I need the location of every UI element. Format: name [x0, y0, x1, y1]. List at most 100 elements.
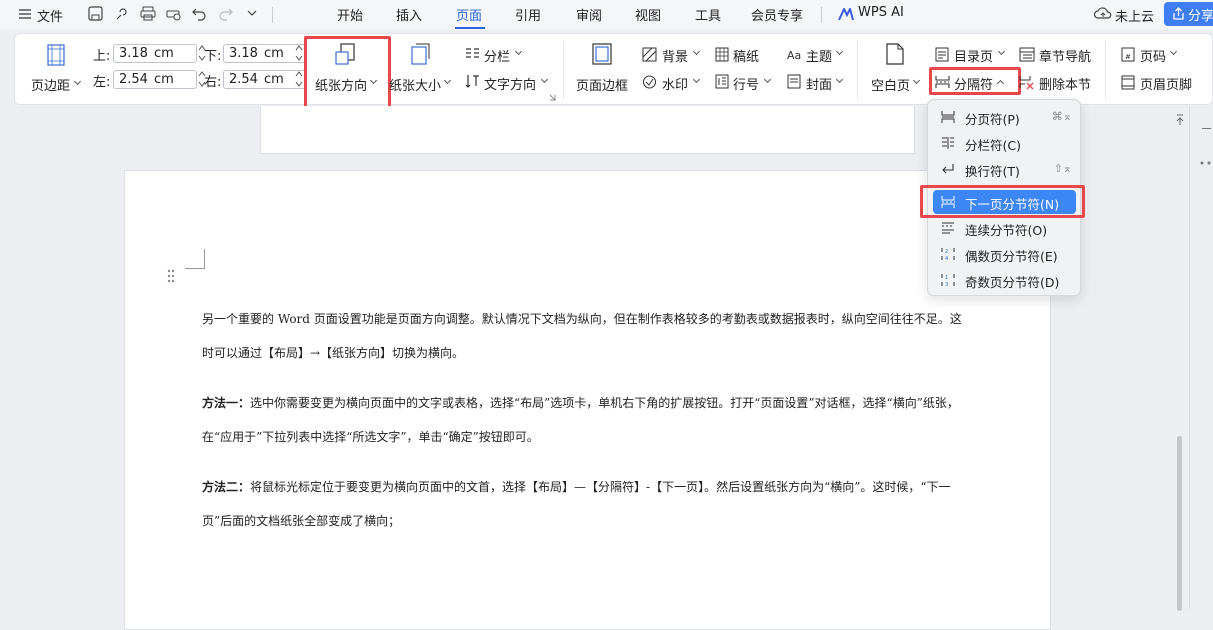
save-icon[interactable] [88, 6, 103, 21]
chevron-down-icon [443, 76, 452, 85]
background-icon[interactable] [642, 47, 657, 62]
tab-references[interactable]: 引用 [515, 5, 541, 24]
line-number-icon[interactable] [715, 74, 729, 89]
menu-item-line-break[interactable]: 换行符(T) ⇧⌅ [933, 157, 1076, 181]
chevron-down-icon [692, 75, 701, 84]
tab-tools[interactable]: 工具 [695, 5, 721, 24]
collapse-panel-icon[interactable] [1202, 128, 1211, 129]
cloud-status[interactable]: 未上云 [1115, 6, 1154, 25]
chevron-down-icon [835, 75, 844, 84]
print-icon[interactable] [140, 6, 156, 21]
text-direction-icon[interactable] [465, 74, 480, 89]
chevron-down-icon [835, 47, 844, 56]
svg-text:4: 4 [945, 256, 948, 261]
chevron-down-icon [540, 75, 549, 84]
paragraph-2-body: 选中你需要变更为横向页面中的文字或表格，选择“布局”选项卡，单机右下角的扩展按钮… [202, 396, 959, 444]
hamburger-menu-icon[interactable] [19, 8, 31, 20]
menu-item-odd-page-section-break[interactable]: 13 奇数页分节符(D) [933, 268, 1076, 292]
cloud-icon[interactable] [1094, 6, 1112, 20]
tab-member[interactable]: 会员专享 [751, 5, 803, 24]
chapter-nav-icon[interactable] [1019, 47, 1035, 62]
drag-handle-icon[interactable] [167, 269, 175, 283]
chevron-down-icon [1169, 47, 1178, 56]
theme-button[interactable]: 主题 [806, 46, 832, 65]
scroll-top-icon[interactable] [1176, 114, 1184, 126]
margin-right-label: 右: [204, 75, 222, 90]
header-footer-button[interactable]: 页眉页脚 [1140, 74, 1192, 93]
toc-page-icon[interactable] [935, 47, 949, 62]
delete-section-button[interactable]: 删除本节 [1039, 74, 1091, 93]
background-button[interactable]: 背景 [662, 46, 688, 65]
margin-left-input[interactable]: 2.54 cm [113, 70, 197, 89]
tab-view[interactable]: 视图 [635, 5, 661, 24]
manuscript-icon[interactable] [715, 47, 729, 62]
margin-top-input[interactable]: 3.18 cm [113, 44, 197, 63]
chevron-down-icon [73, 77, 82, 86]
continuous-break-icon [942, 222, 954, 234]
line-break-icon [942, 164, 954, 174]
menu-item-column-break[interactable]: 分栏符(C) [933, 131, 1076, 155]
paragraph-1[interactable]: 另一个重要的 Word 页面设置功能是页面方向调整。默认情况下文档为纵向，但在制… [202, 302, 972, 370]
blank-page-button[interactable]: 空白页 [871, 75, 910, 94]
tab-home[interactable]: 开始 [337, 5, 363, 24]
tab-page[interactable]: 页面 [456, 5, 482, 24]
margin-bottom-label: 下: [204, 49, 222, 64]
wps-ai-button[interactable]: WPS AI [858, 5, 904, 20]
page-margins-button[interactable]: 页边距 [31, 75, 70, 94]
page-margins-icon[interactable] [47, 44, 65, 66]
chevron-down-icon [763, 75, 772, 84]
blank-page-icon[interactable] [886, 43, 904, 65]
expand-settings-icon[interactable] [549, 94, 556, 101]
page-number-button[interactable]: 页码 [1140, 46, 1166, 65]
page-number-icon[interactable]: # [1121, 47, 1135, 62]
redo-icon[interactable] [218, 6, 233, 21]
stepper-icon[interactable] [294, 44, 304, 62]
manuscript-button[interactable]: 稿纸 [733, 46, 759, 65]
delete-section-icon[interactable] [1019, 75, 1035, 90]
menu-item-page-break[interactable]: 分页符(P) ⌘⌅ [933, 105, 1076, 129]
tab-insert[interactable]: 插入 [396, 5, 422, 24]
print-preview-icon[interactable] [166, 6, 182, 21]
watermark-button[interactable]: 水印 [662, 74, 688, 93]
more-chevron-icon[interactable] [246, 8, 258, 18]
columns-icon[interactable] [465, 47, 480, 61]
svg-text:Aa: Aa [787, 49, 801, 62]
paper-size-button[interactable]: 纸张大小 [389, 75, 441, 94]
cover-button[interactable]: 封面 [806, 74, 832, 93]
svg-text:#: # [1125, 53, 1131, 61]
wps-ai-icon[interactable] [838, 8, 854, 21]
orientation-highlight [304, 36, 391, 114]
paragraph-3[interactable]: 方法二：将鼠标光标定位于要变更为横向页面中的文首，选择【布局】—【分隔符】-【下… [202, 470, 972, 538]
undo-icon[interactable] [192, 6, 207, 21]
text-direction-button[interactable]: 文字方向 [484, 74, 536, 93]
page-break-icon [941, 111, 955, 123]
header-footer-icon[interactable] [1121, 75, 1135, 90]
menu-item-even-page-section-break[interactable]: 24 偶数页分节符(E) [933, 242, 1076, 266]
brush-icon[interactable] [114, 6, 129, 21]
divider [821, 7, 822, 23]
toc-page-button[interactable]: 目录页 [954, 46, 993, 65]
line-number-button[interactable]: 行号 [733, 74, 759, 93]
vertical-scrollbar[interactable] [1177, 436, 1182, 611]
page-ribbon: 页边距 上: 3.18 cm 下: 3.18 cm 左: 2.54 cm 右: 2.5… [14, 33, 1213, 114]
menu-item-continuous-section-break[interactable]: 连续分节符(O) [933, 216, 1076, 240]
stepper-icon[interactable] [294, 70, 304, 88]
share-button[interactable]: 分享 [1164, 2, 1213, 26]
margin-left-label: 左: [93, 75, 111, 90]
page-border-button[interactable]: 页面边框 [576, 75, 628, 94]
paragraph-2[interactable]: 方法一：选中你需要变更为横向页面中的文字或表格，选择“布局”选项卡，单机右下角的… [202, 386, 972, 454]
tab-review[interactable]: 审阅 [576, 5, 602, 24]
watermark-icon[interactable] [642, 74, 657, 89]
columns-button[interactable]: 分栏 [484, 46, 510, 65]
more-options-icon[interactable] [1200, 160, 1212, 166]
cover-icon[interactable] [787, 74, 801, 89]
side-panel-divider [1189, 106, 1190, 609]
divider [857, 41, 858, 99]
page-border-icon[interactable] [592, 43, 612, 65]
theme-icon[interactable]: Aa [787, 47, 803, 62]
active-tab-underline [455, 27, 485, 29]
chapter-nav-button[interactable]: 章节导航 [1039, 46, 1091, 65]
file-menu[interactable]: 文件 [37, 6, 63, 25]
top-menu-bar: 文件 开始 插入 页面 引用 审阅 视图 工具 会员专享 WPS AI 未上云 … [0, 0, 1213, 30]
paper-size-icon[interactable] [411, 43, 431, 65]
